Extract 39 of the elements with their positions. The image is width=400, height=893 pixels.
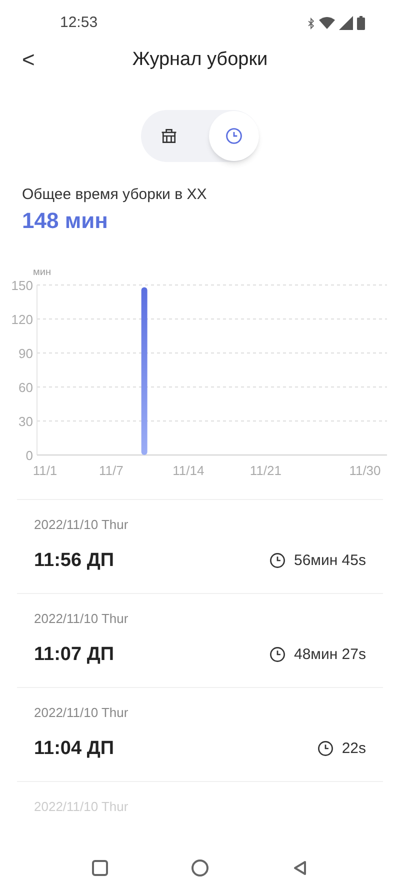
- x-tick-label: 11/30: [349, 463, 381, 478]
- summary-label: Общее время уборки в XX: [22, 185, 208, 205]
- axis-unit: мин: [33, 267, 51, 278]
- clock-icon: [316, 740, 334, 758]
- recents-button[interactable]: [92, 860, 108, 876]
- y-tick-label: 0: [26, 448, 33, 463]
- x-tick-label: 11/1: [32, 463, 58, 478]
- y-tick-label: 150: [11, 278, 33, 293]
- record-date: 2022/11/10 Thur: [34, 516, 130, 534]
- view-toggle-tab[interactable]: [209, 111, 259, 161]
- status-time: 12:53: [60, 12, 98, 33]
- record-duration: 22s: [342, 738, 366, 758]
- y-tick-label: 30: [18, 414, 33, 429]
- home-button[interactable]: [190, 859, 209, 877]
- record-time: 11:07 ДП: [34, 642, 114, 666]
- clock-icon: [225, 127, 243, 145]
- record-date: 2022/11/10 Thur: [34, 610, 130, 628]
- summary-value: 148 мин: [22, 206, 109, 234]
- battery-icon: [357, 16, 365, 30]
- x-tick-label: 11/14: [172, 463, 204, 478]
- record-time: 11:56 ДП: [34, 548, 114, 572]
- y-tick-label: 60: [18, 380, 33, 395]
- wifi-icon: [319, 17, 335, 29]
- record-time: 11:04 ДП: [34, 736, 114, 760]
- back-button[interactable]: <: [22, 49, 35, 71]
- bluetooth-icon: [307, 16, 315, 30]
- clock-icon: [268, 646, 286, 664]
- record-date: 2022/11/10 Thur: [34, 704, 130, 722]
- page-title: Журнал уборки: [132, 48, 268, 72]
- signal-icon: [339, 16, 353, 30]
- x-tick-label: 11/7: [99, 463, 124, 478]
- clock-icon: [268, 552, 286, 570]
- back-nav-button[interactable]: [292, 860, 308, 876]
- basket-icon: [160, 127, 178, 145]
- y-tick-label: 90: [18, 346, 33, 361]
- y-tick-label: 120: [11, 312, 33, 327]
- record-duration: 48мин 27s: [294, 644, 366, 664]
- record-duration: 56мин 45s: [294, 550, 366, 570]
- x-tick-label: 11/21: [250, 463, 282, 478]
